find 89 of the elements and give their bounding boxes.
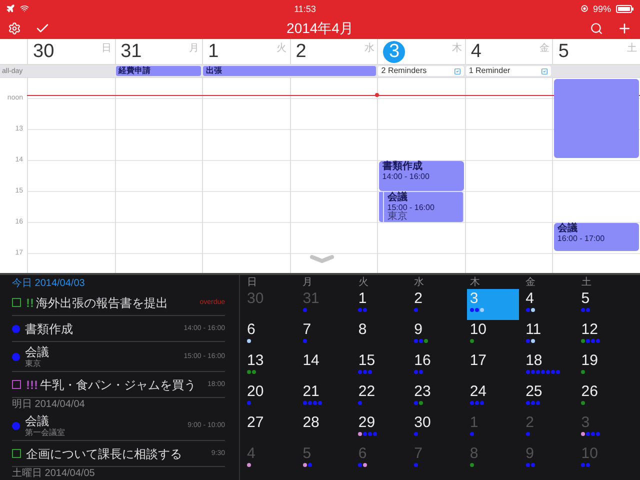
event-title: 会議	[387, 193, 408, 204]
month-day[interactable]: 27	[244, 413, 296, 444]
weekday-label: 日	[246, 276, 258, 289]
month-day[interactable]: 20	[244, 382, 296, 413]
month-day[interactable]: 9	[411, 320, 463, 351]
agenda-location: 第一会議室	[25, 428, 66, 438]
search-button[interactable]	[590, 22, 603, 36]
day-number[interactable]: 1	[208, 41, 219, 64]
month-day[interactable]: 23	[411, 382, 463, 413]
event-location: 東京	[387, 212, 408, 222]
weekday-label: 土	[626, 42, 637, 56]
agenda-date-heading: 明日 2014/04/04	[12, 398, 86, 411]
month-day[interactable]: 2	[411, 289, 463, 320]
weekday-label: 金	[539, 42, 550, 56]
battery-percent: 99%	[592, 4, 611, 14]
calendar-event[interactable]: 会議 15:00 - 16:00 東京	[379, 191, 464, 224]
month-day[interactable]: 6	[244, 320, 296, 351]
month-day[interactable]: 11	[522, 320, 574, 351]
month-day[interactable]: 15	[355, 351, 408, 382]
task-checkbox[interactable]	[12, 298, 21, 307]
wifi-icon	[20, 4, 29, 14]
month-day[interactable]: 13	[244, 351, 296, 382]
month-title: 2014年4月	[286, 20, 354, 38]
agenda-title[interactable]: 書類作成	[25, 322, 179, 336]
day-number[interactable]: 4	[470, 41, 482, 64]
calendar-event[interactable]: 会議 16:00 - 17:00	[554, 223, 639, 252]
day-number[interactable]: 5	[558, 41, 569, 64]
location-icon	[580, 5, 588, 12]
month-day[interactable]: 18	[522, 351, 574, 382]
month-day[interactable]: 17	[466, 351, 519, 382]
weekday-label: 木	[468, 276, 481, 289]
checkbox-icon	[454, 68, 461, 75]
month-day[interactable]: 12	[578, 320, 630, 351]
reminder-chip[interactable]: 2 Reminders	[378, 66, 464, 76]
all-day-event[interactable]: 出張	[203, 66, 376, 76]
month-day[interactable]: 26	[578, 382, 630, 413]
day-number[interactable]: 31	[120, 41, 142, 64]
agenda-title[interactable]: !! 海外出張の報告書を提出	[26, 296, 195, 310]
weekday-label: 月	[302, 276, 314, 289]
agenda-title[interactable]: 会議	[25, 414, 183, 428]
event-time: 14:00 - 16:00	[382, 172, 430, 182]
month-day[interactable]: 24	[466, 382, 519, 413]
month-day[interactable]: 19	[578, 351, 630, 382]
status-time: 11:53	[294, 4, 316, 14]
battery-icon	[616, 4, 634, 13]
agenda-title[interactable]: 会議	[25, 344, 179, 358]
event-title: 書類作成	[382, 162, 424, 172]
agenda-location: 東京	[25, 358, 41, 368]
month-day[interactable]: 10	[466, 320, 519, 351]
event-title: 会議	[557, 224, 578, 234]
month-day[interactable]: 25	[522, 382, 574, 413]
task-checkbox[interactable]	[12, 380, 21, 389]
weekday-label: 水	[413, 276, 426, 289]
current-time-dot	[375, 93, 380, 98]
weekday-label: 土	[580, 276, 592, 289]
month-day[interactable]: 22	[355, 382, 408, 413]
month-day[interactable]: 5	[578, 289, 630, 320]
month-day[interactable]: 8	[355, 320, 408, 351]
weekday-label: 水	[364, 42, 374, 56]
month-day[interactable]: 1	[355, 289, 408, 320]
task-checkbox[interactable]	[12, 449, 21, 458]
month-day[interactable]: 28	[300, 413, 352, 444]
month-day[interactable]: 16	[411, 351, 463, 382]
all-day-event[interactable]: 経費申請	[116, 66, 202, 76]
agenda-title[interactable]: !!! 牛乳・食パン・ジャムを買う	[26, 378, 202, 392]
weekday-label: 火	[276, 42, 287, 56]
weekday-label: 火	[357, 276, 370, 289]
month-day[interactable]: 4	[522, 289, 574, 320]
weekday-label: 月	[189, 42, 200, 56]
checkbox-icon	[541, 68, 548, 75]
weekday-label: 金	[524, 276, 537, 289]
agenda-date-heading: 土曜日 2014/04/05	[12, 467, 96, 480]
month-day[interactable]: 14	[300, 351, 352, 382]
airplane-icon	[6, 4, 15, 14]
month-day[interactable]: 29	[355, 413, 408, 444]
reminder-chip[interactable]: 1 Reminder	[466, 66, 552, 76]
event-time: 16:00 - 17:00	[557, 234, 606, 244]
month-day[interactable]: 21	[300, 382, 352, 413]
day-number[interactable]: 30	[33, 41, 54, 64]
calendar-event[interactable]: 書類作成 14:00 - 16:00	[379, 161, 464, 192]
weekday-label: 木	[452, 42, 462, 56]
agenda-date-heading: 今日 2014/04/03	[12, 277, 86, 290]
weekday-label: 日	[102, 42, 112, 56]
month-day[interactable]: 7	[300, 320, 352, 351]
month-day[interactable]: 30	[411, 413, 463, 444]
settings-button[interactable]	[8, 22, 21, 36]
agenda-title[interactable]: 企画について課長に相談する	[26, 446, 206, 460]
add-button[interactable]	[617, 21, 632, 36]
day-number[interactable]: 2	[296, 41, 306, 64]
